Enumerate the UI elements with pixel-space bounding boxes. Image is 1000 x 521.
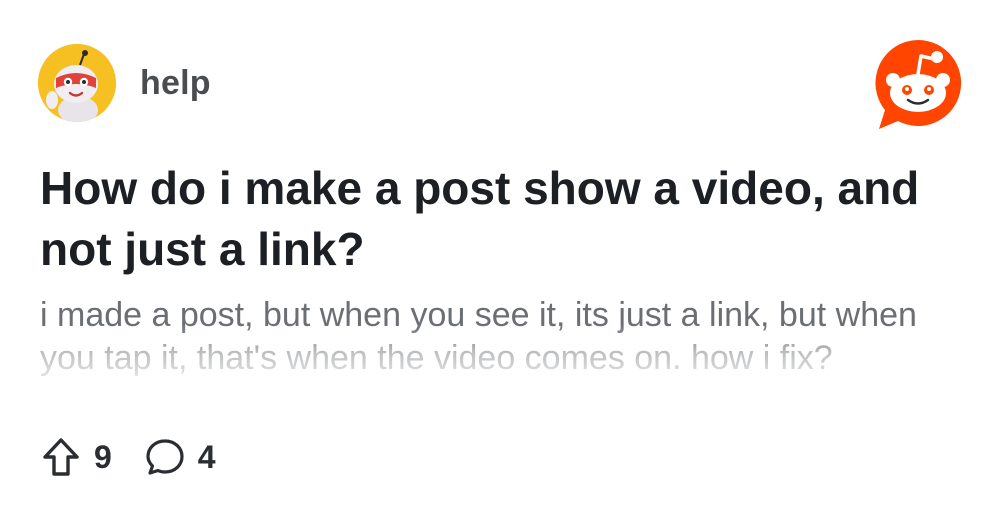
comment-bubble-icon bbox=[146, 439, 184, 475]
comment-count: 4 bbox=[197, 438, 216, 475]
subreddit-name[interactable]: help bbox=[140, 64, 211, 103]
upvote-count: 9 bbox=[94, 438, 112, 475]
comments-button[interactable]: 4 bbox=[144, 436, 216, 478]
subreddit-avatar[interactable] bbox=[38, 44, 116, 122]
post-card[interactable]: help How do i make a post show a video, … bbox=[0, 0, 1000, 521]
post-body: i made a post, but when you see it, its … bbox=[40, 296, 917, 377]
post-header: help bbox=[38, 44, 211, 122]
reddit-logo-icon bbox=[871, 38, 965, 132]
mascot-icon bbox=[38, 44, 116, 122]
post-body-preview[interactable]: i made a post, but when you see it, its … bbox=[40, 294, 940, 404]
post-title[interactable]: How do i make a post show a video, and n… bbox=[40, 158, 940, 280]
upvote-arrow-icon bbox=[43, 438, 79, 476]
upvote-button[interactable]: 9 bbox=[40, 436, 112, 478]
post-actions: 9 4 bbox=[40, 436, 216, 478]
